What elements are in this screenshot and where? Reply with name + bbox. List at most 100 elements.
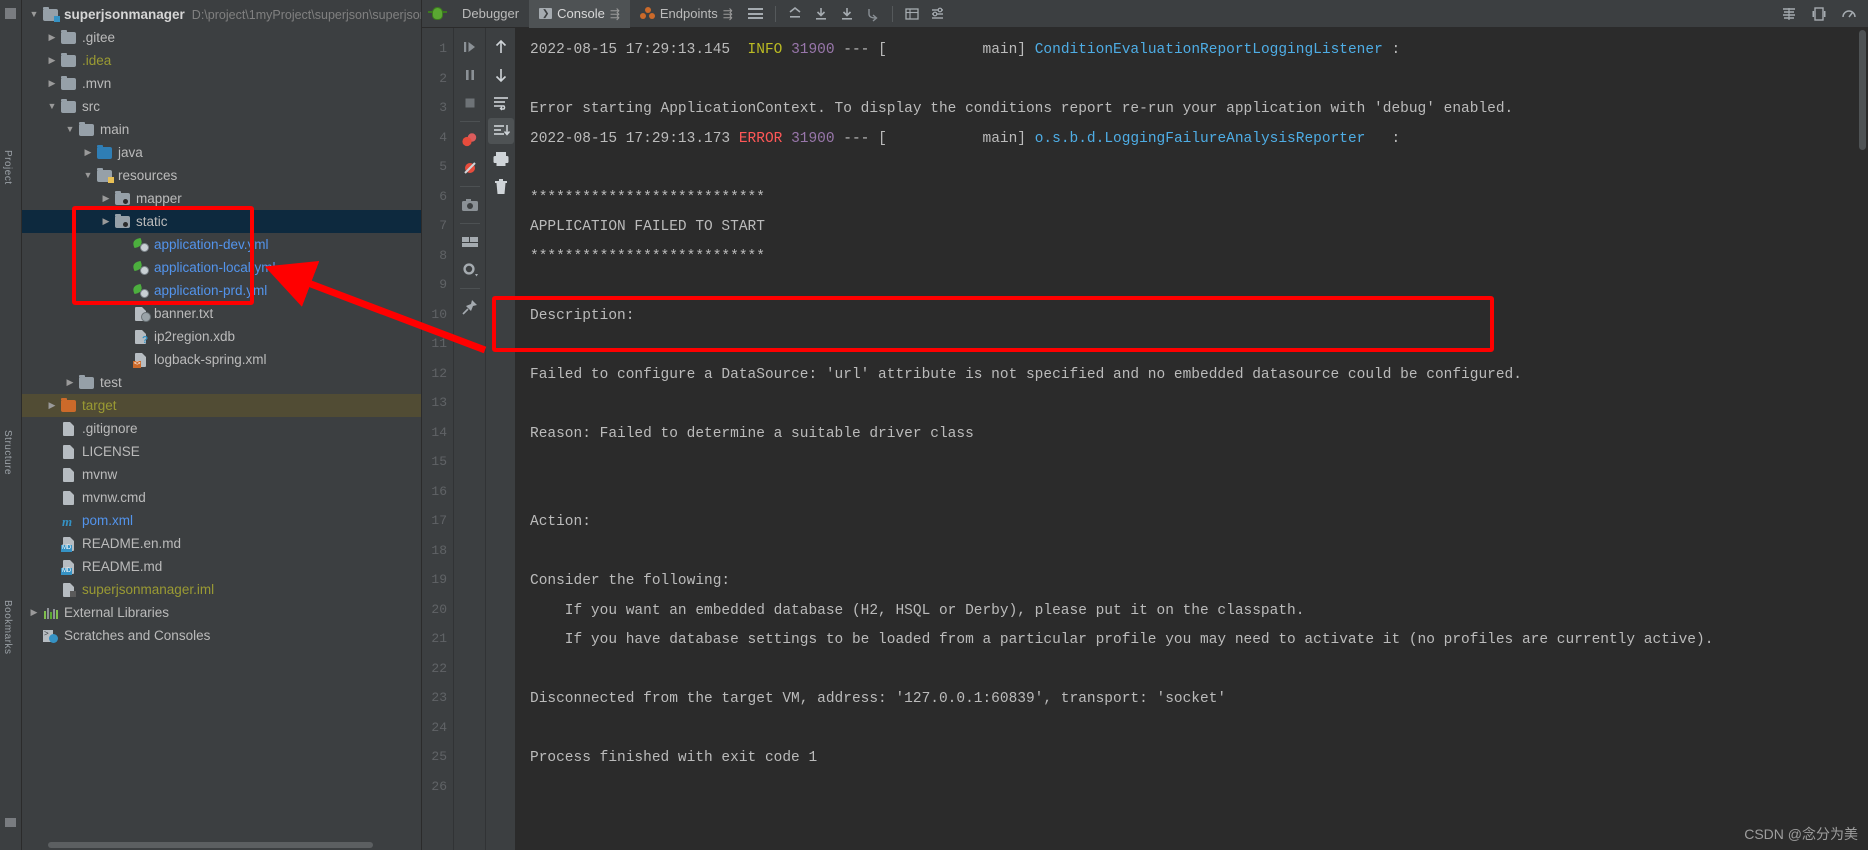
tree-row[interactable]: ▶README.md	[22, 555, 421, 578]
stop-icon[interactable]	[457, 90, 483, 116]
tree-row[interactable]: ▶ mapper	[22, 187, 421, 210]
filmstrip-icon[interactable]	[1806, 3, 1832, 25]
table-view-icon[interactable]	[899, 3, 925, 25]
console-output[interactable]: 2022-08-15 17:29:13.145 INFO 31900 --- […	[516, 28, 1868, 850]
tab-debugger[interactable]: Debugger	[452, 0, 529, 28]
tree-row[interactable]: ▶logback-spring.xml	[22, 348, 421, 371]
tree-arrow-collapsed[interactable]: ▶	[98, 217, 114, 226]
tree-row[interactable]: ▶mvnw	[22, 463, 421, 486]
console-segment: 31900	[791, 130, 835, 147]
tab-endpoints[interactable]: Endpoints ⇶	[630, 0, 743, 28]
print-icon[interactable]	[488, 146, 514, 172]
tree-arrow-collapsed[interactable]: ▶	[44, 33, 60, 42]
console-segment: 2022-08-15 17:29:13.173	[530, 130, 739, 147]
layout-icon[interactable]	[457, 229, 483, 255]
tree-row[interactable]: ▶ java	[22, 141, 421, 164]
tree-row[interactable]: ▶ target	[22, 394, 421, 417]
tree-arrow-expanded[interactable]: ▼	[80, 171, 96, 180]
tree-row[interactable]: ▼ src	[22, 95, 421, 118]
tree-row[interactable]: ▶Scratches and Consoles	[22, 624, 421, 647]
tree-row[interactable]: ▶ .mvn	[22, 72, 421, 95]
tree-row[interactable]: ▶ External Libraries	[22, 601, 421, 624]
pin-console-icon[interactable]: ⇶	[610, 7, 620, 21]
tree-row[interactable]: ▶application-prd.yml	[22, 279, 421, 302]
tree-row[interactable]: ▶superjsonmanager.iml	[22, 578, 421, 601]
tree-arrow-expanded[interactable]: ▼	[62, 125, 78, 134]
tree-row[interactable]: ▶README.en.md	[22, 532, 421, 555]
scroll-to-top-icon[interactable]	[782, 3, 808, 25]
tree-row[interactable]: ▶LICENSE	[22, 440, 421, 463]
close-branch-icon[interactable]	[860, 3, 886, 25]
trash-icon[interactable]	[488, 174, 514, 200]
layout-settings-icon[interactable]	[743, 3, 769, 25]
import-icon[interactable]	[808, 3, 834, 25]
tree-item-label: application-dev.yml	[154, 237, 269, 252]
scrollbar-thumb[interactable]	[48, 842, 373, 848]
tree-row[interactable]: ▼ main	[22, 118, 421, 141]
console-scrollbar-thumb[interactable]	[1859, 30, 1866, 150]
tree-item-label: resources	[118, 168, 178, 183]
tree-row[interactable]: ▼ resources	[22, 164, 421, 187]
line-number: 4	[439, 129, 447, 145]
tree-arrow-collapsed[interactable]: ▶	[98, 194, 114, 203]
project-horizontal-scrollbar[interactable]	[22, 840, 421, 850]
tree-arrow-collapsed[interactable]: ▶	[80, 148, 96, 157]
line-number: 18	[431, 542, 447, 558]
pin-tab-icon[interactable]	[457, 294, 483, 320]
export-icon[interactable]	[834, 3, 860, 25]
line-number: 20	[431, 601, 447, 617]
layers-icon[interactable]	[1776, 3, 1802, 25]
rail-label-2[interactable]: Bookmarks	[2, 600, 13, 655]
tree-item-label: .idea	[82, 53, 112, 68]
toolbar-divider-2	[891, 5, 893, 22]
tree-row[interactable]: ▶ static	[22, 210, 421, 233]
console-vertical-scrollbar[interactable]	[1857, 28, 1868, 850]
tab-console[interactable]: ❯ Console ⇶	[529, 0, 630, 28]
soft-wrap-lines-icon[interactable]	[488, 90, 514, 116]
terminal-tool-icon[interactable]	[5, 818, 16, 827]
pause-program-icon[interactable]	[457, 62, 483, 88]
tree-row[interactable]: ▶ip2region.xdb	[22, 325, 421, 348]
resume-program-icon[interactable]	[457, 34, 483, 60]
tree-row[interactable]: ▶ .idea	[22, 49, 421, 72]
tree-row[interactable]: ▶ test	[22, 371, 421, 394]
screenshot-icon[interactable]	[457, 192, 483, 218]
settings-filter-icon[interactable]	[925, 3, 951, 25]
tree-row[interactable]: ▶application-dev.yml	[22, 233, 421, 256]
up-arrow-icon[interactable]	[488, 34, 514, 60]
settings-icon[interactable]	[457, 257, 483, 283]
down-arrow-icon[interactable]	[488, 62, 514, 88]
tree-arrow-collapsed[interactable]: ▶	[26, 608, 42, 617]
toolbar-divider	[774, 5, 776, 22]
tree-row[interactable]: ▶banner.txt	[22, 302, 421, 325]
rail-label-0[interactable]: Project	[2, 150, 13, 185]
tree-row[interactable]: ▶application-local.yml	[22, 256, 421, 279]
tree-arrow-collapsed[interactable]: ▶	[44, 401, 60, 410]
console-segment: ***************************	[530, 248, 765, 265]
pin-endpoints-icon[interactable]: ⇶	[723, 7, 733, 21]
tab-endpoints-label: Endpoints	[659, 6, 718, 21]
tree-row[interactable]: ▶mpom.xml	[22, 509, 421, 532]
tree-arrow-collapsed[interactable]: ▶	[62, 378, 78, 387]
rail-label-1[interactable]: Structure	[2, 430, 13, 475]
tree-arrow-collapsed[interactable]: ▶	[44, 79, 60, 88]
gauge-icon[interactable]	[1836, 3, 1862, 25]
mute-breakpoints-icon[interactable]	[457, 155, 483, 181]
project-tool-icon[interactable]	[5, 8, 16, 19]
tree-row-root[interactable]: ▼ superjsonmanager D:\project\1myProject\s…	[22, 3, 421, 26]
tree-row[interactable]: ▶.gitignore	[22, 417, 421, 440]
console-segment: Consider the following:	[530, 573, 731, 589]
project-tree-panel[interactable]: ▼ superjsonmanager D:\project\1myProject\s…	[22, 0, 422, 850]
tree-item-label: README.en.md	[82, 536, 182, 551]
tree-row[interactable]: ▶mvnw.cmd	[22, 486, 421, 509]
tree-arrow-collapsed[interactable]: ▶	[44, 56, 60, 65]
tree-row[interactable]: ▶ .gitee	[22, 26, 421, 49]
left-tool-rail[interactable]: Project Structure Bookmarks	[0, 0, 22, 850]
view-breakpoints-icon[interactable]	[457, 127, 483, 153]
scroll-to-end-icon[interactable]	[487, 118, 514, 144]
tree-arrow-expanded[interactable]: ▼	[44, 102, 60, 111]
console-line: APPLICATION FAILED TO START	[530, 213, 1868, 243]
tree-arrow-expanded[interactable]: ▼	[26, 10, 42, 19]
project-tree[interactable]: ▼ superjsonmanager D:\project\1myProject\s…	[22, 0, 421, 647]
